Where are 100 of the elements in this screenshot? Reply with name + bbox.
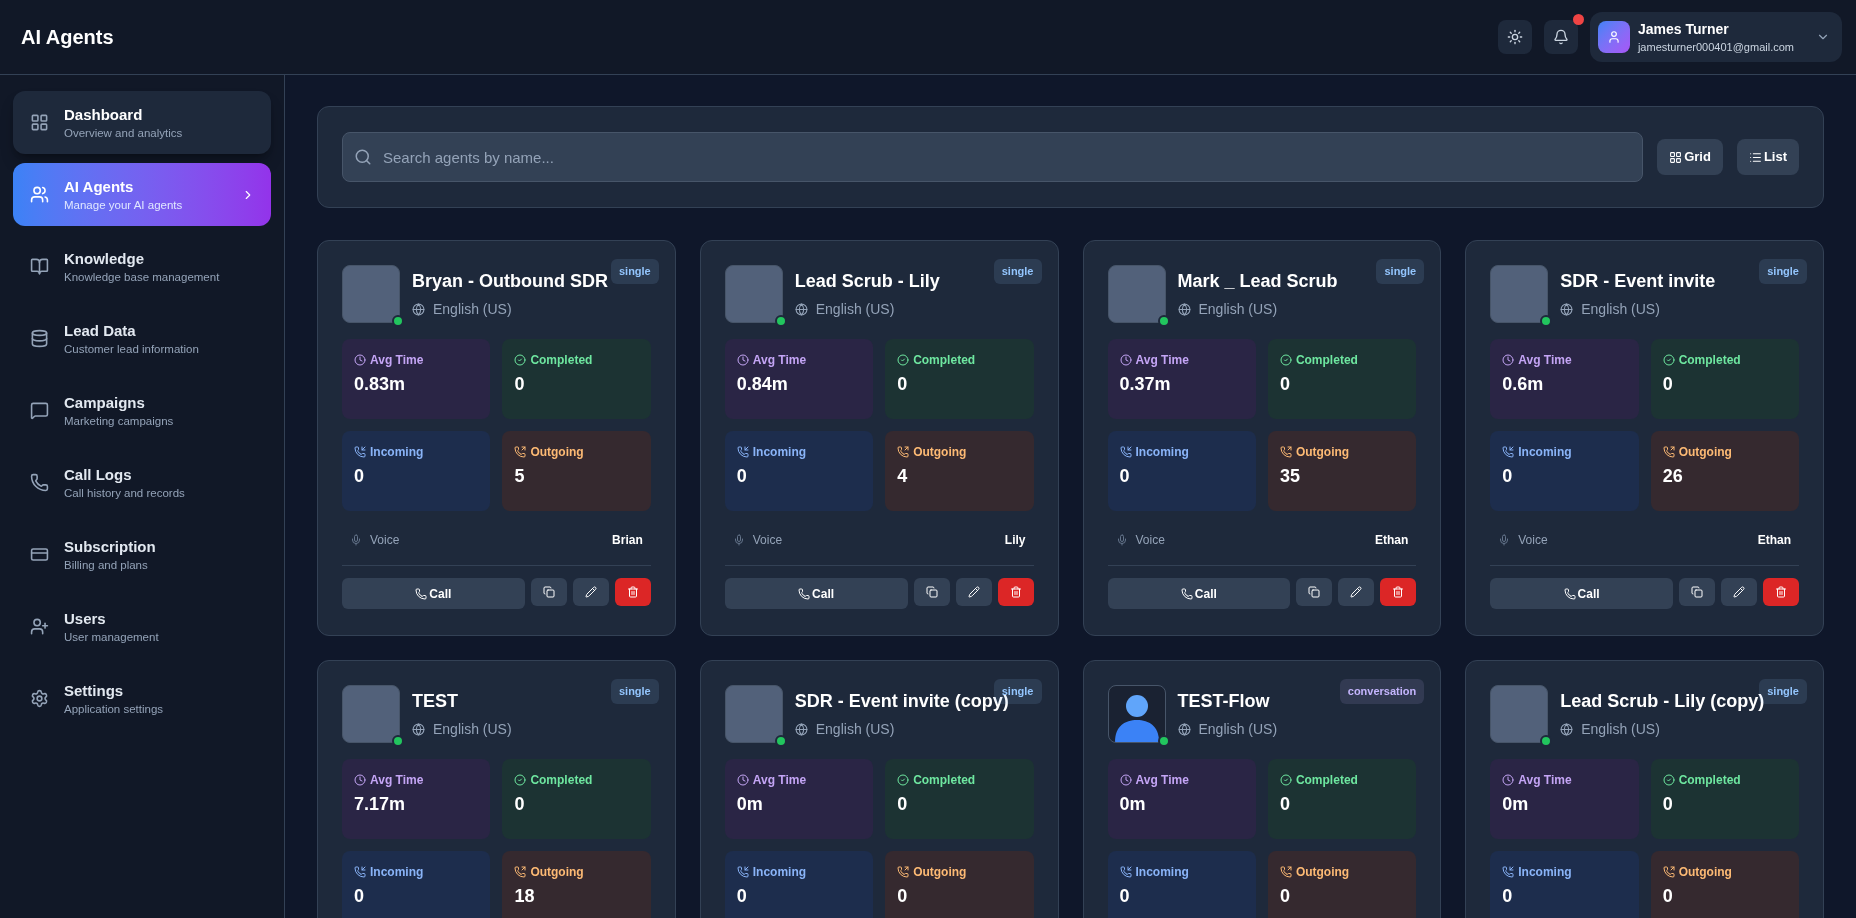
microphone-icon (1115, 534, 1128, 546)
delete-button[interactable] (1763, 578, 1799, 606)
stat-value: 0.37m (1119, 373, 1172, 396)
call-button[interactable]: Call (724, 578, 908, 609)
agent-type-badge: conversation (1339, 679, 1425, 704)
view-toggle-button[interactable]: Grid (1657, 139, 1723, 175)
phone-icon (1563, 587, 1576, 600)
copy-icon (925, 586, 938, 598)
sidebar-item[interactable]: Settings Application settings (13, 667, 271, 730)
phone-incoming-icon (354, 446, 366, 458)
sidebar-item[interactable]: AI Agents Manage your AI agents (13, 163, 271, 226)
phone-outgoing-icon (897, 446, 910, 458)
phone-incoming-icon (736, 446, 749, 458)
search-field[interactable]: Search agents by name... (342, 132, 1644, 182)
stat-value: 0.6m (1502, 373, 1545, 396)
globe-icon (794, 723, 808, 736)
call-button[interactable]: Call (342, 578, 525, 609)
globe-icon (1177, 303, 1191, 316)
sidebar-item[interactable]: Lead Data Customer lead information (13, 307, 271, 370)
stat-value: 0 (514, 373, 526, 396)
globe-icon (794, 303, 808, 316)
edit-button[interactable] (572, 578, 609, 606)
stat-label: Outgoing (1678, 864, 1732, 881)
stat-value: 18 (514, 885, 536, 908)
phone-icon (30, 473, 49, 492)
sidebar-item-label: Users (64, 608, 107, 629)
credit-card-icon (30, 545, 49, 564)
sidebar-item[interactable]: Users User management (13, 595, 271, 658)
agent-type-badge: single (993, 259, 1042, 284)
stat-value: 0 (736, 465, 748, 488)
phone-icon (415, 587, 428, 600)
sidebar-item[interactable]: Subscription Billing and plans (13, 523, 271, 586)
stat-label: Completed (1295, 352, 1358, 369)
call-button[interactable]: Call (1490, 578, 1673, 609)
clock-icon (736, 774, 749, 786)
stat-label: Incoming (370, 864, 424, 881)
sun-icon (1506, 29, 1523, 45)
stat-value: 0m (736, 793, 764, 816)
phone-outgoing-icon (1279, 446, 1292, 458)
photo-placeholder (1490, 265, 1549, 323)
stat-label: Avg Time (1135, 352, 1189, 369)
agent-type-badge: single (610, 259, 659, 284)
view-toggle-button[interactable]: List (1736, 139, 1799, 175)
sidebar-item[interactable]: Knowledge Knowledge base management (13, 235, 271, 298)
edit-button[interactable] (1338, 578, 1375, 606)
stat-label: Avg Time (370, 352, 424, 369)
edit-button[interactable] (1721, 578, 1757, 606)
sidebar-item-subtitle: Customer lead information (64, 341, 200, 357)
duplicate-button[interactable] (1679, 578, 1715, 606)
stat-value: 0 (1502, 465, 1514, 488)
theme-toggle-button[interactable] (1497, 20, 1532, 54)
clock-icon (1502, 774, 1515, 786)
stat-value: 0 (1279, 373, 1291, 396)
delete-button[interactable] (614, 578, 651, 606)
edit-button[interactable] (955, 578, 992, 606)
check-circle-icon (514, 354, 527, 366)
grid-icon (1669, 150, 1683, 164)
stat-value: 26 (1662, 465, 1684, 488)
phone-outgoing-icon (1662, 866, 1675, 878)
sidebar-item-subtitle: Knowledge base management (64, 269, 221, 285)
user-menu-button[interactable]: James Turner jamesturner000401@gmail.com (1589, 12, 1842, 62)
stat-value: 0 (1119, 885, 1131, 908)
check-circle-icon (1279, 774, 1292, 786)
sidebar-item-label: Campaigns (64, 392, 146, 413)
call-button[interactable]: Call (1107, 578, 1291, 609)
delete-button[interactable] (1380, 578, 1417, 606)
duplicate-button[interactable] (1296, 578, 1333, 606)
photo-placeholder (724, 685, 783, 743)
phone-outgoing-icon (1662, 446, 1675, 458)
sidebar-item-label: Call Logs (64, 464, 133, 485)
sidebar-item[interactable]: Call Logs Call history and records (13, 451, 271, 514)
duplicate-button[interactable] (530, 578, 567, 606)
phone-incoming-icon (1502, 446, 1515, 458)
sidebar-item-subtitle: Manage your AI agents (64, 197, 184, 213)
stat-label: Incoming (752, 444, 807, 461)
trash-icon (626, 586, 639, 598)
settings-icon (30, 689, 49, 708)
stat-value: 0 (514, 793, 526, 816)
stat-value: 35 (1279, 465, 1301, 488)
duplicate-button[interactable] (913, 578, 950, 606)
stat-label: Outgoing (913, 864, 967, 881)
delete-button[interactable] (997, 578, 1034, 606)
phone-incoming-icon (1502, 866, 1515, 878)
globe-icon (1177, 723, 1191, 736)
clock-icon (1119, 774, 1132, 786)
stat-label: Avg Time (370, 772, 424, 789)
stat-value: 0 (897, 793, 909, 816)
notifications-button[interactable] (1543, 20, 1578, 54)
phone-incoming-icon (736, 866, 749, 878)
sidebar-item-subtitle: Overview and analytics (64, 125, 184, 141)
clock-icon (1119, 354, 1132, 366)
stat-label: Outgoing (913, 444, 967, 461)
stat-label: Incoming (370, 444, 424, 461)
sidebar-item[interactable]: Dashboard Overview and analytics (13, 91, 271, 154)
users-icon (30, 185, 49, 204)
search-icon (354, 148, 372, 166)
sidebar-item[interactable]: Campaigns Marketing campaigns (13, 379, 271, 442)
check-circle-icon (1279, 354, 1292, 366)
stat-label: Completed (913, 772, 976, 789)
stat-label: Completed (913, 352, 976, 369)
